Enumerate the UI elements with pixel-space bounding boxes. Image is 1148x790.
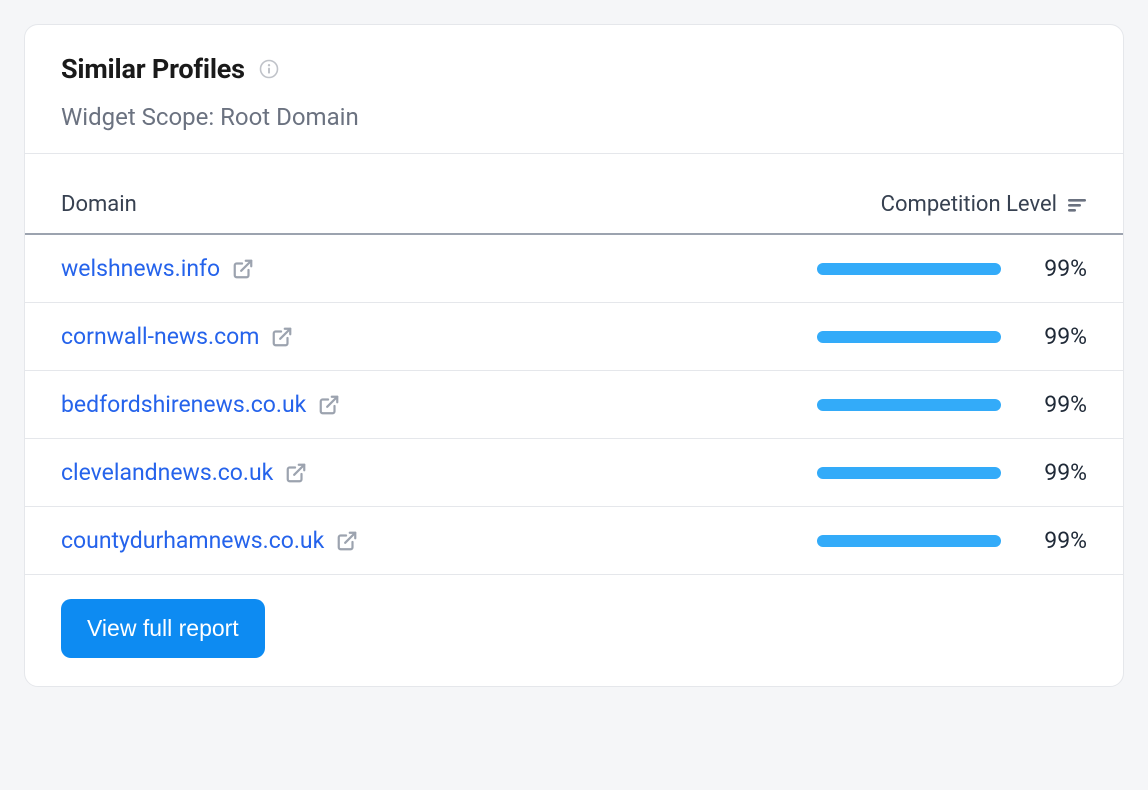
- competition-bar-fill: [817, 331, 1001, 343]
- table-body: welshnews.info99%cornwall-news.com99%bed…: [25, 235, 1123, 575]
- external-link-icon[interactable]: [271, 326, 293, 348]
- external-link-icon[interactable]: [285, 462, 307, 484]
- competition-bar-fill: [817, 535, 1001, 547]
- competition-cell: 99%: [817, 527, 1087, 554]
- info-icon[interactable]: [259, 59, 279, 79]
- competition-bar-fill: [817, 263, 1001, 275]
- table-row: bedfordshirenews.co.uk 99%: [25, 371, 1123, 439]
- domain-cell: welshnews.info: [61, 255, 254, 282]
- competition-percent: 99%: [1031, 323, 1087, 350]
- competition-cell: 99%: [817, 459, 1087, 486]
- card-header: Similar Profiles Widget Scope: Root Doma…: [25, 25, 1123, 154]
- competition-bar: [817, 535, 1003, 547]
- title-row: Similar Profiles: [61, 53, 1087, 85]
- competition-cell: 99%: [817, 391, 1087, 418]
- competition-cell: 99%: [817, 323, 1087, 350]
- domain-cell: cornwall-news.com: [61, 323, 293, 350]
- card-footer: View full report: [25, 575, 1123, 686]
- competition-percent: 99%: [1031, 459, 1087, 486]
- competition-cell: 99%: [817, 255, 1087, 282]
- domain-link[interactable]: welshnews.info: [61, 255, 220, 282]
- domain-link[interactable]: countydurhamnews.co.uk: [61, 527, 324, 554]
- domain-cell: countydurhamnews.co.uk: [61, 527, 358, 554]
- competition-bar: [817, 467, 1003, 479]
- card-title: Similar Profiles: [61, 53, 245, 85]
- competition-bar-fill: [817, 467, 1001, 479]
- competition-percent: 99%: [1031, 255, 1087, 282]
- widget-scope: Widget Scope: Root Domain: [61, 103, 1087, 131]
- table-header: Domain Competition Level: [25, 154, 1123, 235]
- external-link-icon[interactable]: [232, 258, 254, 280]
- column-competition[interactable]: Competition Level: [881, 192, 1087, 217]
- table-row: countydurhamnews.co.uk 99%: [25, 507, 1123, 575]
- column-domain[interactable]: Domain: [61, 192, 137, 217]
- domain-link[interactable]: clevelandnews.co.uk: [61, 459, 273, 486]
- external-link-icon[interactable]: [336, 530, 358, 552]
- table-row: welshnews.info 99%: [25, 235, 1123, 303]
- table-row: clevelandnews.co.uk 99%: [25, 439, 1123, 507]
- sort-icon: [1067, 197, 1087, 213]
- view-full-report-button[interactable]: View full report: [61, 599, 265, 658]
- competition-percent: 99%: [1031, 527, 1087, 554]
- table-row: cornwall-news.com 99%: [25, 303, 1123, 371]
- domain-link[interactable]: cornwall-news.com: [61, 323, 259, 350]
- competition-percent: 99%: [1031, 391, 1087, 418]
- domain-link[interactable]: bedfordshirenews.co.uk: [61, 391, 306, 418]
- competition-bar-fill: [817, 399, 1001, 411]
- external-link-icon[interactable]: [318, 394, 340, 416]
- domain-cell: clevelandnews.co.uk: [61, 459, 307, 486]
- similar-profiles-card: Similar Profiles Widget Scope: Root Doma…: [24, 24, 1124, 687]
- competition-bar: [817, 331, 1003, 343]
- domain-cell: bedfordshirenews.co.uk: [61, 391, 340, 418]
- column-competition-label: Competition Level: [881, 192, 1057, 217]
- competition-bar: [817, 263, 1003, 275]
- competition-bar: [817, 399, 1003, 411]
